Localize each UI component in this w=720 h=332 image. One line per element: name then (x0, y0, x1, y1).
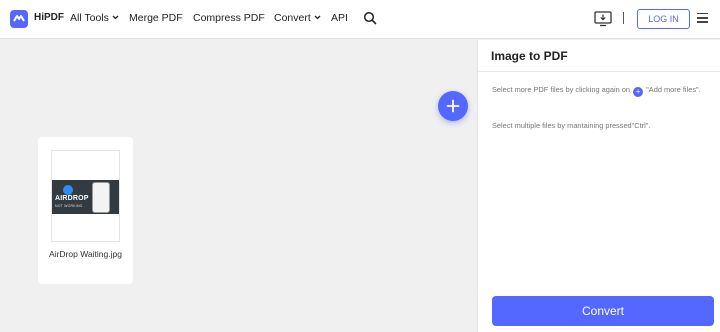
nav-compress-pdf-label: Compress PDF (193, 12, 265, 24)
file-name: AirDrop Waiting.jpg (49, 249, 122, 259)
plus-icon (446, 99, 460, 113)
panel-divider (478, 71, 720, 72)
tip-multiple: Select multiple files by mantaining pres… (492, 121, 651, 130)
search-icon[interactable] (363, 11, 377, 25)
chevron-down-icon (112, 15, 119, 20)
file-workspace: AIRDROP NOT WORKING AirDrop Waiting.jpg (0, 40, 477, 332)
convert-button[interactable]: Convert (492, 296, 714, 326)
phone-icon (92, 182, 110, 213)
nav-merge-pdf-label: Merge PDF (129, 12, 183, 24)
airdrop-icon (63, 185, 73, 195)
nav-convert-label: Convert (274, 12, 311, 24)
nav-convert[interactable]: Convert (274, 12, 321, 24)
thumbnail-image: AIRDROP NOT WORKING (52, 180, 119, 214)
panel-title: Image to PDF (491, 49, 568, 63)
login-button[interactable]: LOG IN (637, 9, 690, 29)
chevron-down-icon (314, 15, 321, 20)
desktop-download-icon[interactable] (594, 11, 612, 27)
thumbnail-subtitle: NOT WORKING (55, 204, 83, 208)
hamburger-menu-icon[interactable] (697, 13, 708, 23)
file-thumbnail: AIRDROP NOT WORKING (51, 150, 120, 242)
thumbnail-title: AIRDROP (55, 195, 89, 202)
logo-text[interactable]: HiPDF (34, 12, 64, 23)
add-more-files-button[interactable] (438, 91, 468, 121)
plus-icon: + (633, 87, 644, 97)
options-panel: Image to PDF Select more PDF files by cl… (477, 40, 720, 332)
top-nav-bar: HiPDF All Tools Merge PDF Compress PDF C… (0, 0, 720, 39)
nav-api[interactable]: API (331, 12, 348, 24)
nav-api-label: API (331, 12, 348, 24)
nav-compress-pdf[interactable]: Compress PDF (193, 12, 265, 24)
file-card[interactable]: AIRDROP NOT WORKING AirDrop Waiting.jpg (38, 137, 133, 284)
nav-all-tools-label: All Tools (70, 12, 109, 24)
nav-merge-pdf[interactable]: Merge PDF (129, 12, 183, 24)
tip-add-more-suffix: "Add more files". (646, 85, 701, 94)
hipdf-logo-icon[interactable] (10, 10, 28, 28)
nav-all-tools[interactable]: All Tools (70, 12, 119, 24)
tip-add-more-text: Select more PDF files by clicking again … (492, 85, 631, 94)
tip-add-more: Select more PDF files by clicking again … (492, 84, 710, 97)
header-divider (623, 12, 624, 24)
